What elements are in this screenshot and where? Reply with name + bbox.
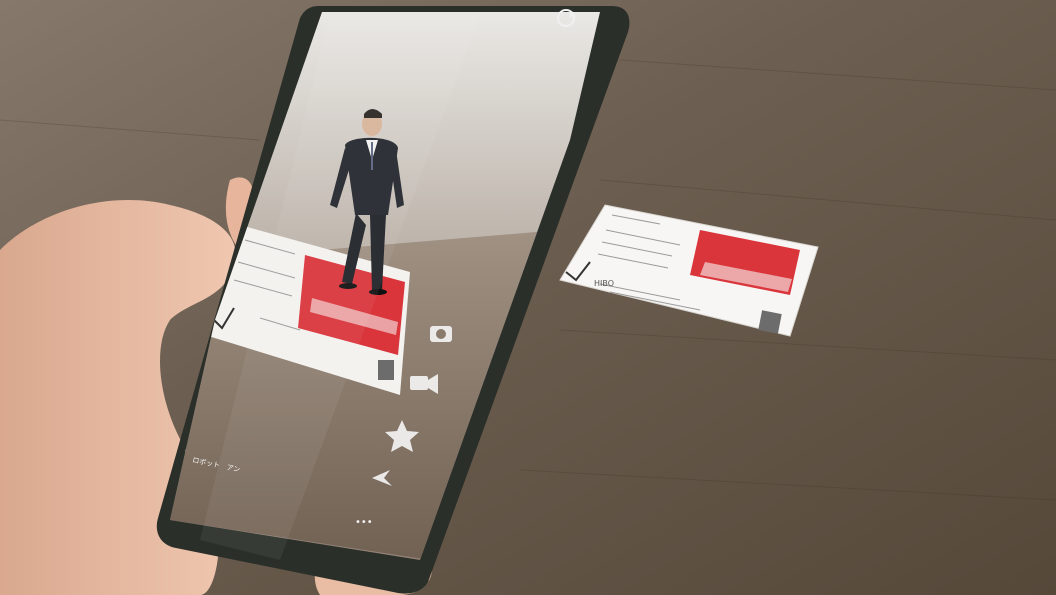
card-logo: HIBO [594,279,614,288]
camera-icon[interactable] [430,326,452,342]
photo-canvas: HIBO ••• ロボット アン [0,0,1056,595]
more-menu[interactable]: ••• [355,517,373,528]
photo-scene: HIBO ••• ロボット アン [0,0,1056,595]
qr-code [758,310,782,334]
